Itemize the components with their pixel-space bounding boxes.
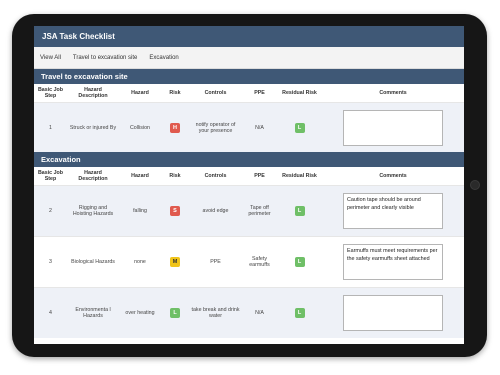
comments-cell: Earmuffs must meet requirements per the … [322, 236, 464, 288]
col-header-comments: Comments [322, 84, 464, 103]
risk-badge[interactable]: S [170, 206, 180, 216]
step-cell: 3 [34, 236, 67, 288]
tab-view-all[interactable]: View All [40, 55, 61, 61]
residual-risk-badge[interactable]: L [294, 122, 305, 133]
comment-textarea[interactable] [343, 109, 443, 146]
residual-risk-cell: L [277, 102, 322, 152]
col-header-description: Hazard Description [67, 84, 119, 103]
col-header-residual-risk: Residual Risk [277, 167, 322, 186]
col-header-residual-risk: Residual Risk [277, 84, 322, 103]
step-cell: 2 [34, 185, 67, 237]
table-row: 2 Rigging and Hoisting Hazards falling S… [34, 185, 464, 237]
risk-badge[interactable]: L [170, 308, 180, 318]
hazard-cell: Collision [119, 102, 161, 152]
residual-risk-cell: L [277, 287, 322, 338]
tab-excavation[interactable]: Excavation [149, 55, 178, 61]
risk-badge[interactable]: H [170, 122, 180, 133]
residual-risk-cell: L [277, 236, 322, 288]
app-title: JSA Task Checklist [34, 26, 464, 47]
col-header-comments: Comments [322, 167, 464, 186]
ppe-cell: N/A [242, 287, 277, 338]
description-cell: Environmenta l Hazards [67, 287, 119, 338]
col-header-ppe: PPE [242, 167, 277, 186]
comment-textarea[interactable] [343, 295, 443, 331]
risk-badge[interactable]: M [170, 257, 180, 267]
risk-cell: S [161, 185, 189, 237]
comment-textarea[interactable]: Caution tape should be around perimeter … [343, 193, 443, 229]
col-header-ppe: PPE [242, 84, 277, 103]
controls-cell: take break and drink water [189, 287, 242, 338]
step-cell: 4 [34, 287, 67, 338]
step-cell: 1 [34, 102, 67, 152]
residual-risk-badge[interactable]: L [294, 308, 305, 318]
header-row: Basic Job Step Hazard Description Hazard… [34, 167, 464, 186]
description-cell: Struck or injured By [67, 102, 119, 152]
risk-cell: H [161, 102, 189, 152]
description-cell: Rigging and Hoisting Hazards [67, 185, 119, 237]
controls-cell: notify operator of your presence [189, 102, 242, 152]
table-row: 3 Biological Hazards none M PPE Safety e… [34, 236, 464, 288]
risk-cell: L [161, 287, 189, 338]
controls-cell: PPE [189, 236, 242, 288]
tab-bar: View All Travel to excavation site Excav… [34, 47, 464, 69]
hazard-cell: falling [119, 185, 161, 237]
controls-cell: avoid edge [189, 185, 242, 237]
ppe-cell: Tape off perimeter [242, 185, 277, 237]
hazard-cell: none [119, 236, 161, 288]
comments-cell [322, 102, 464, 152]
comment-textarea[interactable]: Earmuffs must meet requirements per the … [343, 244, 443, 280]
risk-cell: M [161, 236, 189, 288]
col-header-step: Basic Job Step [34, 84, 67, 103]
table-row: 1 Struck or injured By Collision H notif… [34, 102, 464, 152]
col-header-risk: Risk [161, 84, 189, 103]
comments-cell: Caution tape should be around perimeter … [322, 185, 464, 237]
section-title: Travel to excavation site [34, 69, 464, 84]
table-row: 4 Environmenta l Hazards over heating L … [34, 287, 464, 338]
col-header-hazard: Hazard [119, 84, 161, 103]
header-row: Basic Job Step Hazard Description Hazard… [34, 84, 464, 103]
residual-risk-cell: L [277, 185, 322, 237]
col-header-risk: Risk [161, 167, 189, 186]
ppe-cell: Safety earmuffs [242, 236, 277, 288]
app-screen: JSA Task Checklist View All Travel to ex… [34, 26, 464, 344]
col-header-description: Hazard Description [67, 167, 119, 186]
ppe-cell: N/A [242, 102, 277, 152]
col-header-controls: Controls [189, 167, 242, 186]
col-header-controls: Controls [189, 84, 242, 103]
task-table: Basic Job Step Hazard Description Hazard… [34, 84, 464, 152]
hazard-cell: over heating [119, 287, 161, 338]
description-cell: Biological Hazards [67, 236, 119, 288]
col-header-step: Basic Job Step [34, 167, 67, 186]
col-header-hazard: Hazard [119, 167, 161, 186]
comments-cell [322, 287, 464, 338]
section-title: Excavation [34, 152, 464, 167]
tab-travel[interactable]: Travel to excavation site [73, 55, 137, 61]
tablet-frame: JSA Task Checklist View All Travel to ex… [12, 14, 487, 357]
home-button[interactable] [470, 180, 480, 190]
task-table: Basic Job Step Hazard Description Hazard… [34, 167, 464, 338]
residual-risk-badge[interactable]: L [294, 206, 305, 216]
residual-risk-badge[interactable]: L [294, 257, 305, 267]
